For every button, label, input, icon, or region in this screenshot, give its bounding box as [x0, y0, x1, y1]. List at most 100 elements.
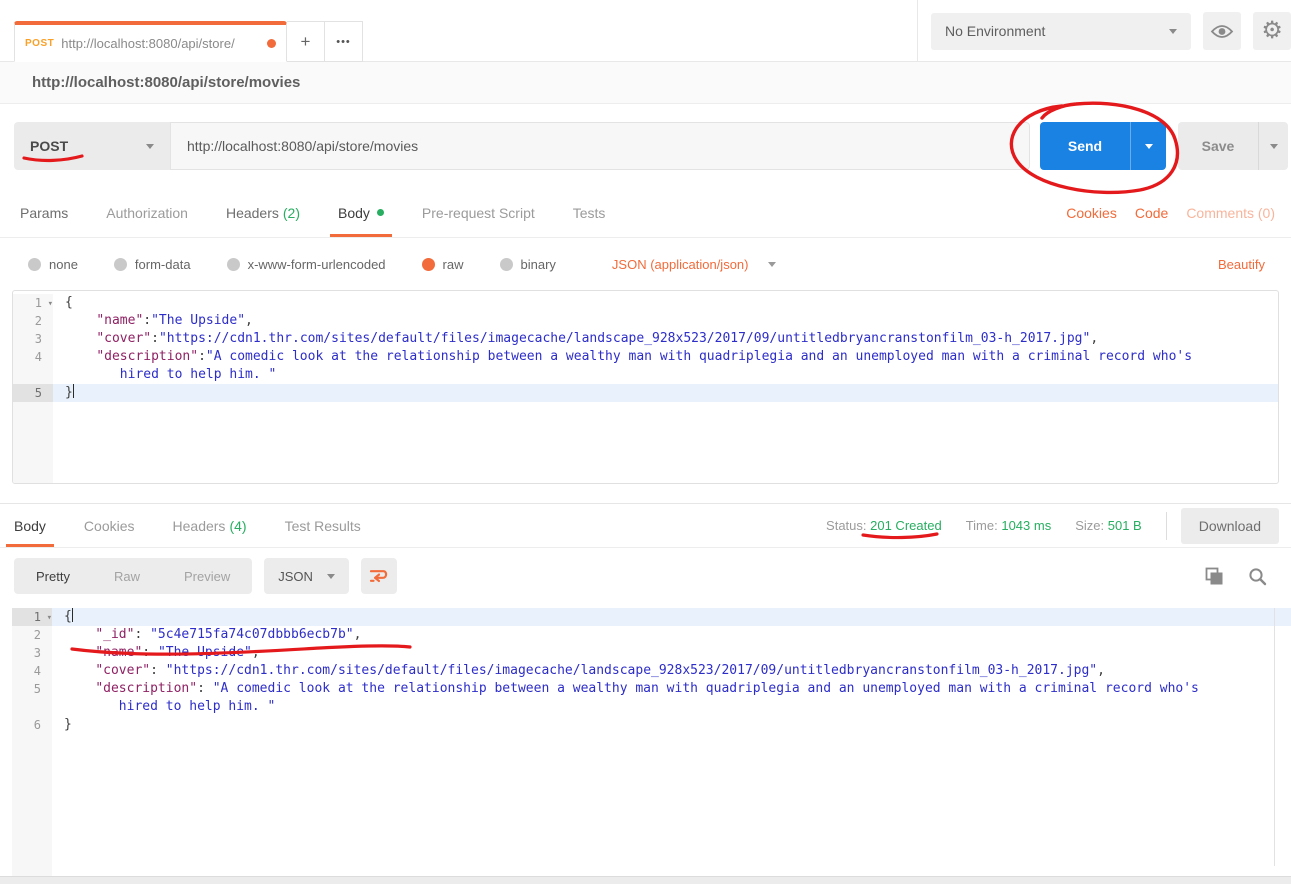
response-view-switch: Pretty Raw Preview [14, 558, 252, 594]
response-tab-body[interactable]: Body [14, 504, 46, 547]
request-tabs-strip: POST http://localhost:8080/api/store/ + … [14, 21, 363, 62]
app-header: POST http://localhost:8080/api/store/ + … [0, 0, 1291, 62]
request-code-area[interactable]: 1▾{2 "name":"The Upside",3 "cover":"http… [13, 291, 1278, 483]
settings-button[interactable]: ⚙ [1253, 12, 1291, 50]
chevron-down-icon [1169, 29, 1177, 34]
chevron-down-icon [327, 574, 335, 579]
unsaved-changes-dot [267, 39, 276, 48]
content-type-select[interactable]: JSON (application/json) [612, 257, 777, 272]
code-line: 4 "description":"A comedic look at the r… [13, 348, 1278, 384]
status-badge: Status: 201 Created [826, 518, 942, 533]
send-button-group: Send [1040, 122, 1166, 170]
chevron-down-icon [1270, 144, 1278, 149]
view-preview-button[interactable]: Preview [162, 558, 252, 594]
code-line: 1▾{ [13, 294, 1278, 312]
mode-none-radio[interactable]: none [28, 257, 78, 272]
mode-raw-radio[interactable]: raw [422, 257, 464, 272]
download-button[interactable]: Download [1181, 508, 1279, 544]
environment-quick-look-button[interactable] [1203, 12, 1241, 50]
copy-button[interactable] [1205, 567, 1224, 586]
beautify-link[interactable]: Beautify [1218, 257, 1265, 272]
response-section-tabs: Body Cookies Headers(4) Test Results Sta… [0, 503, 1291, 548]
divider [1166, 512, 1167, 540]
text-cursor [72, 608, 73, 622]
code-line: 4 "cover": "https://cdn1.thr.com/sites/d… [12, 662, 1291, 680]
cookies-link[interactable]: Cookies [1066, 205, 1117, 221]
save-button-group: Save [1178, 122, 1288, 170]
mode-urlencoded-radio[interactable]: x-www-form-urlencoded [227, 257, 386, 272]
request-section-tabs: Params Authorization Headers(2) Body Pre… [0, 188, 1291, 238]
body-has-content-dot [377, 209, 384, 216]
request-builder: POST Send Save [0, 104, 1291, 188]
fold-caret-icon[interactable]: ▾ [47, 609, 52, 627]
environment-selected-label: No Environment [945, 23, 1169, 39]
status-value: 201 Created [870, 518, 942, 533]
response-tools [1205, 567, 1291, 586]
code-line: 1▾{ [12, 608, 1291, 626]
save-button[interactable]: Save [1178, 122, 1258, 170]
header-right-group: No Environment ⚙ [917, 0, 1291, 62]
response-body-viewer[interactable]: 1▾{2 "_id": "5c4e715fa74c07dbbb6ecb7b",3… [12, 604, 1291, 876]
request-title-bar: http://localhost:8080/api/store/movies [0, 62, 1291, 104]
editor-empty-area [13, 402, 1278, 483]
tab-headers[interactable]: Headers(2) [226, 188, 300, 237]
request-body-editor[interactable]: 1▾{2 "name":"The Upside",3 "cover":"http… [12, 290, 1279, 484]
send-button[interactable]: Send [1040, 122, 1130, 170]
tab-method-label: POST [25, 38, 54, 49]
tab-url-label: http://localhost:8080/api/store/ [61, 36, 261, 51]
radio-icon [227, 258, 240, 271]
view-pretty-button[interactable]: Pretty [14, 558, 92, 594]
tab-overflow-button[interactable]: ••• [325, 21, 363, 62]
search-button[interactable] [1248, 567, 1267, 586]
code-line: 2 "_id": "5c4e715fa74c07dbbb6ecb7b", [12, 626, 1291, 644]
code-line: 3 "name": "The Upside", [12, 644, 1291, 662]
radio-icon [28, 258, 41, 271]
code-line: 5} [13, 384, 1278, 402]
tab-body[interactable]: Body [338, 188, 384, 237]
request-links: Cookies Code Comments (0) [1066, 188, 1291, 237]
wrap-lines-button[interactable] [361, 558, 397, 594]
editor-empty-area [12, 734, 1291, 876]
url-input[interactable] [170, 122, 1030, 170]
response-meta: Status: 201 Created Time: 1043 ms Size: … [826, 504, 1291, 547]
fold-caret-icon[interactable]: ▾ [48, 295, 53, 313]
headers-count-badge: (2) [283, 205, 300, 221]
mode-binary-radio[interactable]: binary [500, 257, 556, 272]
code-link[interactable]: Code [1135, 205, 1168, 221]
mode-form-data-radio[interactable]: form-data [114, 257, 191, 272]
tab-authorization[interactable]: Authorization [106, 188, 188, 237]
gear-icon: ⚙ [1261, 19, 1283, 43]
code-line: 6} [12, 716, 1291, 734]
time-badge: Time: 1043 ms [966, 518, 1052, 533]
chevron-down-icon [768, 262, 776, 267]
tab-pre-request-script[interactable]: Pre-request Script [422, 188, 535, 237]
response-format-select[interactable]: JSON [264, 558, 349, 594]
view-raw-button[interactable]: Raw [92, 558, 162, 594]
tab-params[interactable]: Params [20, 188, 68, 237]
scrollbar[interactable] [1274, 608, 1275, 866]
request-tab[interactable]: POST http://localhost:8080/api/store/ [14, 21, 287, 62]
chevron-down-icon [1145, 144, 1153, 149]
tab-tests[interactable]: Tests [573, 188, 606, 237]
body-mode-row: none form-data x-www-form-urlencoded raw… [0, 238, 1291, 290]
method-select[interactable]: POST [14, 122, 170, 170]
response-tab-cookies[interactable]: Cookies [84, 504, 135, 547]
text-cursor [73, 384, 74, 398]
code-line: 2 "name":"The Upside", [13, 312, 1278, 330]
response-tab-headers[interactable]: Headers(4) [173, 504, 247, 547]
chevron-down-icon [146, 144, 154, 149]
radio-icon [500, 258, 513, 271]
save-options-button[interactable] [1258, 122, 1288, 170]
radio-icon [114, 258, 127, 271]
send-options-button[interactable] [1130, 122, 1166, 170]
response-headers-count-badge: (4) [229, 518, 246, 534]
copy-icon [1205, 567, 1224, 586]
new-tab-button[interactable]: + [287, 21, 325, 62]
response-tab-test-results[interactable]: Test Results [285, 504, 361, 547]
code-line: 3 "cover":"https://cdn1.thr.com/sites/de… [13, 330, 1278, 348]
wrap-lines-icon [369, 568, 389, 584]
environment-select[interactable]: No Environment [931, 13, 1191, 50]
response-toolbar: Pretty Raw Preview JSON [0, 548, 1291, 604]
method-selected-label: POST [30, 138, 146, 154]
comments-link[interactable]: Comments (0) [1186, 205, 1275, 221]
